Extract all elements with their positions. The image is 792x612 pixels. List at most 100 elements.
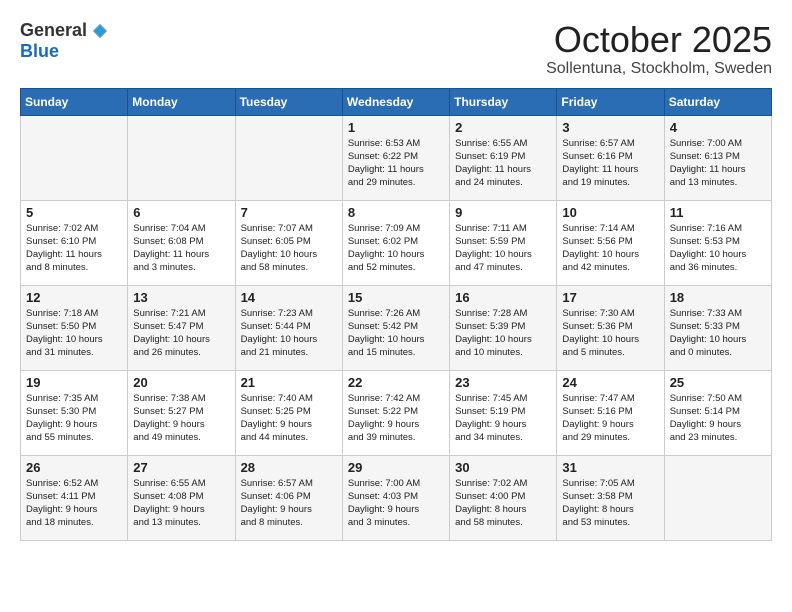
day-number: 29 bbox=[348, 460, 444, 475]
calendar-day-cell: 9 Sunrise: 7:11 AMSunset: 5:59 PMDaylight… bbox=[450, 200, 557, 285]
calendar-week-row: 12 Sunrise: 7:18 AMSunset: 5:50 PMDayligh… bbox=[21, 285, 772, 370]
calendar-day-cell: 15 Sunrise: 7:26 AMSunset: 5:42 PMDayligh… bbox=[342, 285, 449, 370]
day-number: 7 bbox=[241, 205, 337, 220]
day-info: Sunrise: 7:47 AMSunset: 5:16 PMDaylight:… bbox=[562, 392, 658, 445]
day-info: Sunrise: 6:55 AMSunset: 4:08 PMDaylight:… bbox=[133, 477, 229, 530]
calendar-day-cell: 29 Sunrise: 7:00 AMSunset: 4:03 PMDayligh… bbox=[342, 455, 449, 540]
day-number: 5 bbox=[26, 205, 122, 220]
day-number: 11 bbox=[670, 205, 766, 220]
day-number: 27 bbox=[133, 460, 229, 475]
calendar-day-cell: 26 Sunrise: 6:52 AMSunset: 4:11 PMDayligh… bbox=[21, 455, 128, 540]
calendar-day-cell: 5 Sunrise: 7:02 AMSunset: 6:10 PMDaylight… bbox=[21, 200, 128, 285]
day-number: 9 bbox=[455, 205, 551, 220]
day-info: Sunrise: 7:00 AMSunset: 4:03 PMDaylight:… bbox=[348, 477, 444, 530]
day-number: 20 bbox=[133, 375, 229, 390]
day-number: 30 bbox=[455, 460, 551, 475]
day-info: Sunrise: 6:55 AMSunset: 6:19 PMDaylight:… bbox=[455, 137, 551, 190]
day-number: 1 bbox=[348, 120, 444, 135]
calendar-week-row: 5 Sunrise: 7:02 AMSunset: 6:10 PMDaylight… bbox=[21, 200, 772, 285]
calendar-day-cell: 13 Sunrise: 7:21 AMSunset: 5:47 PMDayligh… bbox=[128, 285, 235, 370]
day-info: Sunrise: 7:26 AMSunset: 5:42 PMDaylight:… bbox=[348, 307, 444, 360]
day-number: 16 bbox=[455, 290, 551, 305]
day-info: Sunrise: 7:23 AMSunset: 5:44 PMDaylight:… bbox=[241, 307, 337, 360]
logo-blue-text: Blue bbox=[20, 41, 59, 62]
day-number: 12 bbox=[26, 290, 122, 305]
day-number: 21 bbox=[241, 375, 337, 390]
calendar-day-cell: 22 Sunrise: 7:42 AMSunset: 5:22 PMDayligh… bbox=[342, 370, 449, 455]
calendar-day-cell: 12 Sunrise: 7:18 AMSunset: 5:50 PMDayligh… bbox=[21, 285, 128, 370]
calendar-day-cell bbox=[235, 115, 342, 200]
day-info: Sunrise: 7:14 AMSunset: 5:56 PMDaylight:… bbox=[562, 222, 658, 275]
day-info: Sunrise: 6:52 AMSunset: 4:11 PMDaylight:… bbox=[26, 477, 122, 530]
calendar-day-cell: 28 Sunrise: 6:57 AMSunset: 4:06 PMDayligh… bbox=[235, 455, 342, 540]
calendar-day-cell: 8Sunrise: 7:09 AMSunset: 6:02 PMDaylight… bbox=[342, 200, 449, 285]
calendar-day-cell: 20Sunrise: 7:38 AMSunset: 5:27 PMDayligh… bbox=[128, 370, 235, 455]
day-info: Sunrise: 7:21 AMSunset: 5:47 PMDaylight:… bbox=[133, 307, 229, 360]
day-number: 22 bbox=[348, 375, 444, 390]
calendar-body: 1 Sunrise: 6:53 AMSunset: 6:22 PMDaylight… bbox=[21, 115, 772, 540]
location-text: Sollentuna, Stockholm, Sweden bbox=[546, 60, 772, 78]
day-info: Sunrise: 7:45 AMSunset: 5:19 PMDaylight:… bbox=[455, 392, 551, 445]
day-info: Sunrise: 7:11 AMSunset: 5:59 PMDaylight:… bbox=[455, 222, 551, 275]
calendar-day-cell: 17 Sunrise: 7:30 AMSunset: 5:36 PMDayligh… bbox=[557, 285, 664, 370]
day-number: 31 bbox=[562, 460, 658, 475]
day-number: 14 bbox=[241, 290, 337, 305]
day-info: Sunrise: 6:57 AMSunset: 6:16 PMDaylight:… bbox=[562, 137, 658, 190]
day-of-week-header: Friday bbox=[557, 88, 664, 115]
day-info: Sunrise: 7:04 AMSunset: 6:08 PMDaylight:… bbox=[133, 222, 229, 275]
day-number: 23 bbox=[455, 375, 551, 390]
day-info: Sunrise: 7:40 AMSunset: 5:25 PMDaylight:… bbox=[241, 392, 337, 445]
month-title: October 2025 bbox=[546, 20, 772, 60]
calendar-day-cell: 23 Sunrise: 7:45 AMSunset: 5:19 PMDayligh… bbox=[450, 370, 557, 455]
calendar-day-cell: 3 Sunrise: 6:57 AMSunset: 6:16 PMDaylight… bbox=[557, 115, 664, 200]
day-info: Sunrise: 7:02 AMSunset: 6:10 PMDaylight:… bbox=[26, 222, 122, 275]
day-of-week-header: Saturday bbox=[664, 88, 771, 115]
calendar-day-cell: 25Sunrise: 7:50 AMSunset: 5:14 PMDayligh… bbox=[664, 370, 771, 455]
calendar-header-row: SundayMondayTuesdayWednesdayThursdayFrid… bbox=[21, 88, 772, 115]
calendar-day-cell: 14 Sunrise: 7:23 AMSunset: 5:44 PMDayligh… bbox=[235, 285, 342, 370]
day-of-week-header: Tuesday bbox=[235, 88, 342, 115]
day-info: Sunrise: 7:18 AMSunset: 5:50 PMDaylight:… bbox=[26, 307, 122, 360]
day-info: Sunrise: 6:53 AMSunset: 6:22 PMDaylight:… bbox=[348, 137, 444, 190]
calendar-day-cell: 4Sunrise: 7:00 AMSunset: 6:13 PMDaylight… bbox=[664, 115, 771, 200]
day-info: Sunrise: 7:33 AMSunset: 5:33 PMDaylight:… bbox=[670, 307, 766, 360]
calendar-day-cell: 11 Sunrise: 7:16 AMSunset: 5:53 PMDayligh… bbox=[664, 200, 771, 285]
calendar-day-cell: 16Sunrise: 7:28 AMSunset: 5:39 PMDayligh… bbox=[450, 285, 557, 370]
day-of-week-header: Monday bbox=[128, 88, 235, 115]
day-number: 8 bbox=[348, 205, 444, 220]
calendar-day-cell bbox=[128, 115, 235, 200]
day-number: 10 bbox=[562, 205, 658, 220]
calendar-day-cell: 7 Sunrise: 7:07 AMSunset: 6:05 PMDaylight… bbox=[235, 200, 342, 285]
logo-icon bbox=[91, 22, 109, 40]
day-number: 3 bbox=[562, 120, 658, 135]
calendar-week-row: 26 Sunrise: 6:52 AMSunset: 4:11 PMDayligh… bbox=[21, 455, 772, 540]
day-info: Sunrise: 7:42 AMSunset: 5:22 PMDaylight:… bbox=[348, 392, 444, 445]
day-number: 15 bbox=[348, 290, 444, 305]
day-number: 4 bbox=[670, 120, 766, 135]
day-number: 17 bbox=[562, 290, 658, 305]
day-number: 26 bbox=[26, 460, 122, 475]
page-header: General Blue October 2025 Sollentuna, St… bbox=[20, 20, 772, 78]
calendar-day-cell: 21 Sunrise: 7:40 AMSunset: 5:25 PMDayligh… bbox=[235, 370, 342, 455]
day-of-week-header: Thursday bbox=[450, 88, 557, 115]
day-number: 28 bbox=[241, 460, 337, 475]
calendar-day-cell: 27 Sunrise: 6:55 AMSunset: 4:08 PMDayligh… bbox=[128, 455, 235, 540]
day-of-week-header: Wednesday bbox=[342, 88, 449, 115]
day-info: Sunrise: 7:05 AMSunset: 3:58 PMDaylight:… bbox=[562, 477, 658, 530]
day-info: Sunrise: 7:16 AMSunset: 5:53 PMDaylight:… bbox=[670, 222, 766, 275]
day-info: Sunrise: 6:57 AMSunset: 4:06 PMDaylight:… bbox=[241, 477, 337, 530]
calendar-day-cell: 24Sunrise: 7:47 AMSunset: 5:16 PMDayligh… bbox=[557, 370, 664, 455]
day-info: Sunrise: 7:07 AMSunset: 6:05 PMDaylight:… bbox=[241, 222, 337, 275]
day-number: 6 bbox=[133, 205, 229, 220]
day-info: Sunrise: 7:30 AMSunset: 5:36 PMDaylight:… bbox=[562, 307, 658, 360]
title-block: October 2025 Sollentuna, Stockholm, Swed… bbox=[546, 20, 772, 78]
calendar-day-cell: 6 Sunrise: 7:04 AMSunset: 6:08 PMDaylight… bbox=[128, 200, 235, 285]
day-number: 13 bbox=[133, 290, 229, 305]
calendar-day-cell: 31 Sunrise: 7:05 AMSunset: 3:58 PMDayligh… bbox=[557, 455, 664, 540]
day-number: 19 bbox=[26, 375, 122, 390]
day-number: 25 bbox=[670, 375, 766, 390]
logo-general-text: General bbox=[20, 20, 87, 41]
day-number: 2 bbox=[455, 120, 551, 135]
day-info: Sunrise: 7:35 AMSunset: 5:30 PMDaylight:… bbox=[26, 392, 122, 445]
calendar-day-cell: 19 Sunrise: 7:35 AMSunset: 5:30 PMDayligh… bbox=[21, 370, 128, 455]
